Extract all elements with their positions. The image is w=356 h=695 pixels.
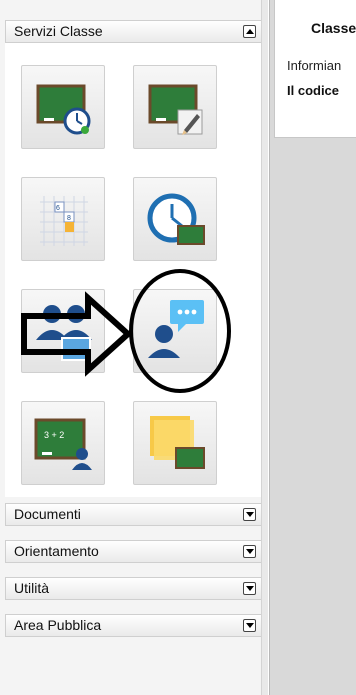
- expand-icon[interactable]: [243, 619, 256, 632]
- tile-user-chat[interactable]: [133, 289, 217, 373]
- section-label: Documenti: [14, 506, 81, 522]
- classroom-board-edit-icon: [148, 84, 203, 135]
- tile-classroom-board-edit[interactable]: [133, 65, 217, 149]
- clock-board-icon: [147, 193, 205, 245]
- tile-classroom-board-clock[interactable]: [21, 65, 105, 149]
- sidebar: Servizi Classe 6 8 3 + 2 Documenti Orien…: [0, 0, 268, 695]
- content-title: Classe: [311, 20, 356, 36]
- teachers-group-icon: [36, 305, 92, 361]
- section-label: Servizi Classe: [14, 23, 103, 39]
- collapse-icon[interactable]: [243, 25, 256, 38]
- section-header-servizi-classe[interactable]: Servizi Classe: [5, 20, 265, 43]
- calendar-grid-icon: 6 8: [40, 196, 88, 246]
- expand-icon[interactable]: [243, 508, 256, 521]
- tile-board-math-teacher[interactable]: 3 + 2: [21, 401, 105, 485]
- tile-calendar-grid[interactable]: 6 8: [21, 177, 105, 261]
- user-chat-bubble-icon: [148, 300, 204, 358]
- section-header-utilita[interactable]: Utilità: [5, 577, 265, 600]
- section-label: Utilità: [14, 580, 50, 596]
- content-code-text: Il codice: [287, 83, 340, 98]
- sidebar-scrollbar[interactable]: [261, 0, 268, 695]
- tile-teachers-group[interactable]: [21, 289, 105, 373]
- sticky-note-board-icon: [150, 416, 205, 469]
- tile-clock-board[interactable]: [133, 177, 217, 261]
- tile-sticky-note-board[interactable]: [133, 401, 217, 485]
- section-label: Orientamento: [14, 543, 99, 559]
- svg-text:3 + 2: 3 + 2: [44, 430, 64, 440]
- classroom-board-clock-icon: [36, 84, 91, 135]
- section-label: Area Pubblica: [14, 617, 102, 633]
- svg-text:8: 8: [67, 215, 71, 222]
- servizi-classe-panel: 6 8 3 + 2: [5, 43, 265, 497]
- content-info-text: Informian: [287, 58, 342, 73]
- content-card: Classe Informian Il codice: [274, 0, 356, 138]
- section-header-documenti[interactable]: Documenti: [5, 503, 265, 526]
- expand-icon[interactable]: [243, 545, 256, 558]
- svg-text:6: 6: [56, 205, 60, 212]
- section-header-orientamento[interactable]: Orientamento: [5, 540, 265, 563]
- expand-icon[interactable]: [243, 582, 256, 595]
- section-header-area-pubblica[interactable]: Area Pubblica: [5, 614, 265, 637]
- board-math-teacher-icon: 3 + 2: [34, 418, 92, 470]
